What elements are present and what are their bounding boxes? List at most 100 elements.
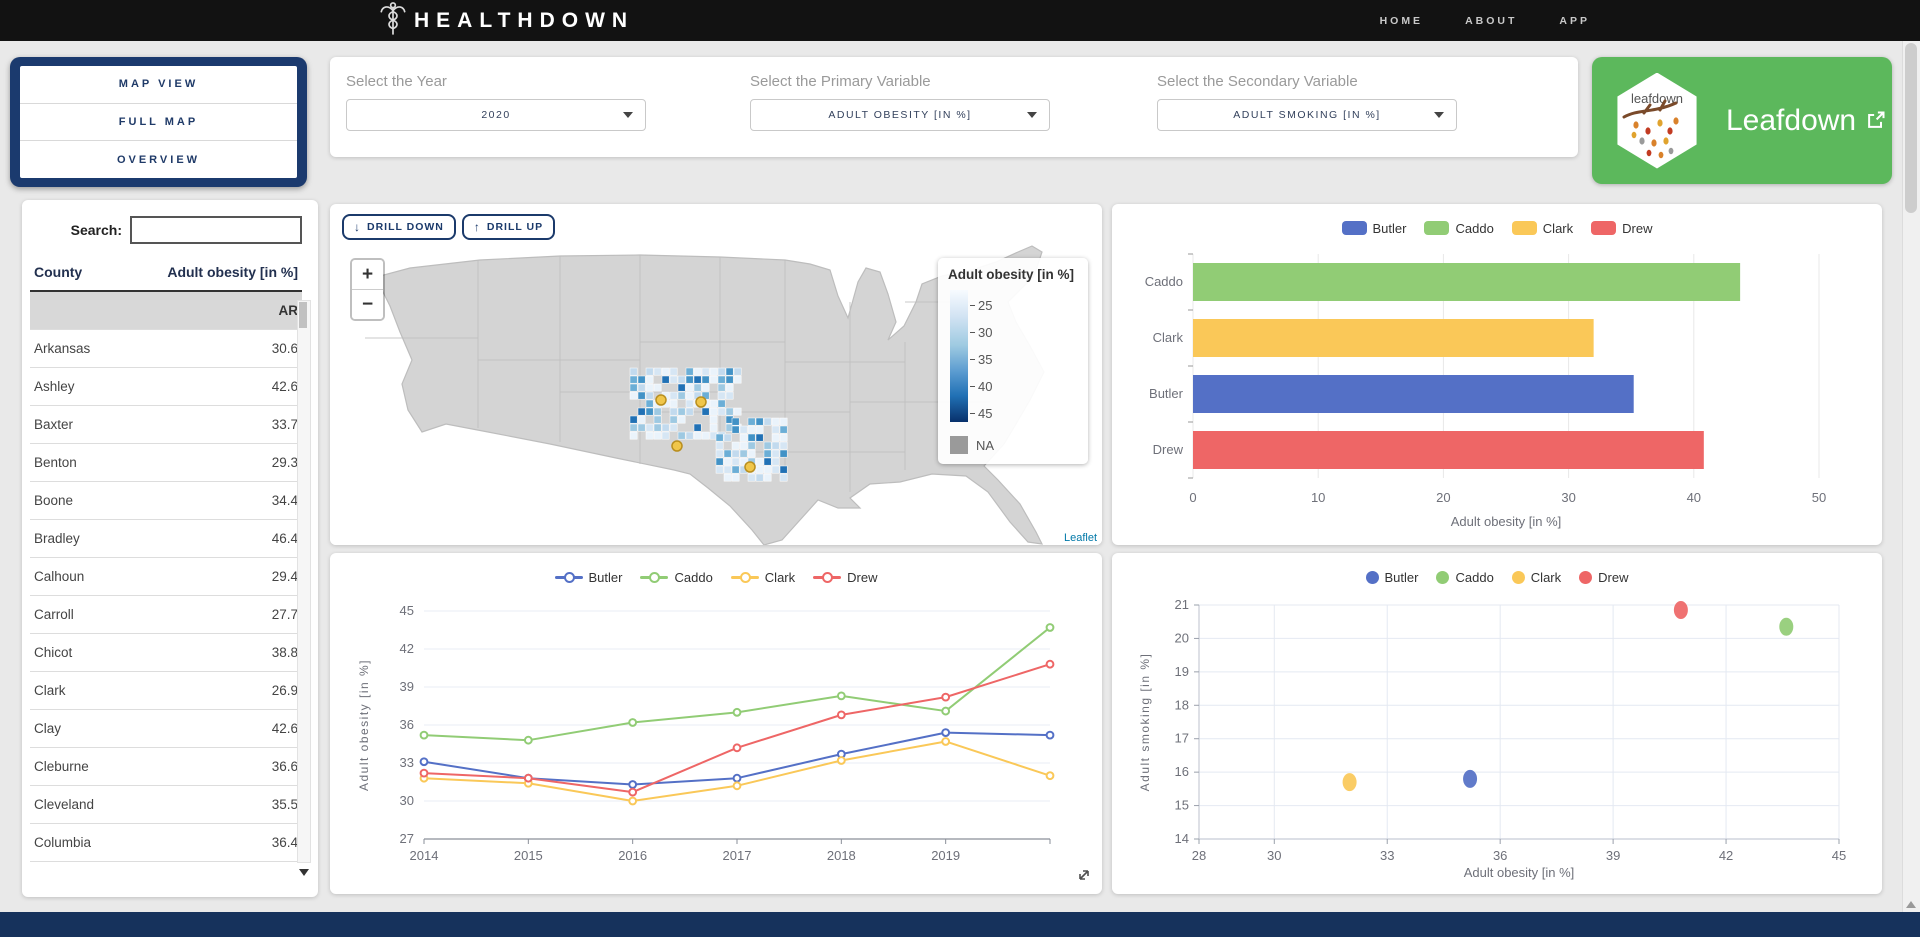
legend-item-butler[interactable]: Butler xyxy=(1342,221,1407,236)
line-chart: 27303336394245201420152016201720182019Ad… xyxy=(346,589,1086,889)
scroll-down-arrow-icon[interactable] xyxy=(299,869,309,876)
search-input[interactable] xyxy=(130,216,302,244)
legend-item-butler[interactable]: Butler xyxy=(555,570,623,585)
scatter-chart: 283033363942451415161718192021Adult obes… xyxy=(1127,589,1867,889)
table-row[interactable]: Cleveland35.5 xyxy=(30,786,302,824)
table-scrollbar-thumb[interactable] xyxy=(299,302,307,328)
svg-text:30: 30 xyxy=(400,793,414,808)
table-row[interactable]: Clark26.9 xyxy=(30,672,302,710)
table-row[interactable]: Chicot38.8 xyxy=(30,634,302,672)
nav-link-app[interactable]: APP xyxy=(1559,15,1590,27)
table-row[interactable]: Clay42.6 xyxy=(30,710,302,748)
leaflet-attribution[interactable]: Leaflet xyxy=(1059,531,1102,545)
sidebar-item-map-view[interactable]: MAP VIEW xyxy=(20,66,297,104)
legend-item-drew[interactable]: Drew xyxy=(813,570,877,585)
sidebar-item-overview[interactable]: OVERVIEW xyxy=(20,141,297,178)
table-group-row[interactable]: AR xyxy=(30,291,302,330)
nav-link-home[interactable]: HOME xyxy=(1380,15,1424,27)
primary-variable-dropdown[interactable]: ADULT OBESITY [IN %] xyxy=(750,99,1050,131)
year-dropdown[interactable]: 2020 xyxy=(346,99,646,131)
arrow-up-icon: ↑ xyxy=(474,220,481,234)
table-row[interactable]: Arkansas30.6 xyxy=(30,330,302,368)
legend-tick: 25 xyxy=(970,298,992,313)
legend-swatch xyxy=(555,571,583,583)
dashboard-root: HEALTHDOWN HOME ABOUT APP MAP VIEWFULL MAP… xyxy=(0,0,1920,937)
sidebar-item-full-map[interactable]: FULL MAP xyxy=(20,104,297,142)
table-row[interactable]: Carroll27.7 xyxy=(30,596,302,634)
legend-swatch xyxy=(1342,221,1367,235)
map-marker-icon[interactable] xyxy=(656,395,666,405)
column-header-value[interactable]: Adult obesity [in %] xyxy=(120,254,302,291)
page-scrollbar[interactable] xyxy=(1902,41,1920,912)
leaflet-map[interactable]: + − Adult obesity [in %] 2530354045 NA L… xyxy=(330,242,1102,545)
data-point-clark xyxy=(629,798,636,805)
svg-text:33: 33 xyxy=(400,755,414,770)
svg-text:45: 45 xyxy=(400,603,414,618)
zoom-in-button[interactable]: + xyxy=(352,260,383,290)
svg-text:50: 50 xyxy=(1812,490,1826,505)
map-zoom-control: + − xyxy=(350,258,385,321)
secondary-variable-label: Select the Secondary Variable xyxy=(1157,73,1457,90)
svg-text:42: 42 xyxy=(400,641,414,656)
legend-swatch xyxy=(813,571,841,583)
legend-label: Drew xyxy=(1598,570,1628,585)
leafdown-link-card[interactable]: leafdown Leafdown xyxy=(1592,57,1892,184)
data-point-butler xyxy=(629,781,636,788)
data-point-drew xyxy=(421,770,428,777)
legend-swatch xyxy=(1591,221,1616,235)
legend-tick: 30 xyxy=(970,325,992,340)
leafdown-title: Leafdown xyxy=(1726,104,1856,138)
nav-link-about[interactable]: ABOUT xyxy=(1465,15,1517,27)
table-row[interactable]: Benton29.3 xyxy=(30,444,302,482)
legend-item-clark[interactable]: Clark xyxy=(1512,570,1561,585)
table-row[interactable]: Bradley46.4 xyxy=(30,520,302,558)
legend-swatch xyxy=(1424,221,1449,235)
drill-down-button[interactable]: ↓ DRILL DOWN xyxy=(342,214,456,240)
table-row[interactable]: Baxter33.7 xyxy=(30,406,302,444)
data-point-drew xyxy=(629,789,636,796)
bar-chart-panel: ButlerCaddoClarkDrew 01020304050CaddoCla… xyxy=(1112,204,1882,545)
drill-up-button[interactable]: ↑ DRILL UP xyxy=(462,214,555,240)
nav-links: HOME ABOUT APP xyxy=(1380,15,1590,27)
legend-item-drew[interactable]: Drew xyxy=(1579,570,1628,585)
legend-item-drew[interactable]: Drew xyxy=(1591,221,1652,236)
data-point-caddo xyxy=(734,709,741,716)
legend-label: Drew xyxy=(847,570,877,585)
svg-text:2018: 2018 xyxy=(827,848,856,863)
table-row[interactable]: Columbia36.4 xyxy=(30,824,302,862)
map-marker-icon[interactable] xyxy=(672,441,682,451)
legend-item-butler[interactable]: Butler xyxy=(1366,570,1419,585)
column-header-county[interactable]: County xyxy=(30,254,120,291)
svg-text:30: 30 xyxy=(1267,848,1281,863)
zoom-out-button[interactable]: − xyxy=(352,290,383,319)
svg-text:Drew: Drew xyxy=(1153,442,1184,457)
table-row[interactable]: Cleburne36.6 xyxy=(30,748,302,786)
legend-item-clark[interactable]: Clark xyxy=(731,570,795,585)
brand[interactable]: HEALTHDOWN xyxy=(380,1,634,40)
page-scrollbar-thumb[interactable] xyxy=(1905,43,1917,213)
data-point-drew xyxy=(838,711,845,718)
scroll-up-arrow-icon[interactable] xyxy=(1906,901,1916,908)
svg-text:19: 19 xyxy=(1175,664,1189,679)
map-marker-icon[interactable] xyxy=(696,397,706,407)
table-scrollbar[interactable] xyxy=(297,300,311,863)
choropleth-gradient xyxy=(950,290,968,422)
svg-text:Adult obesity [in %]: Adult obesity [in %] xyxy=(357,659,371,791)
table-row[interactable]: Boone34.4 xyxy=(30,482,302,520)
line-series-drew xyxy=(424,664,1050,792)
caduceus-icon xyxy=(380,1,406,40)
county-table-panel: Search: County Adult obesity [in %] ARAr… xyxy=(22,200,318,897)
legend-label: Caddo xyxy=(674,570,712,585)
legend-label: Butler xyxy=(1385,570,1419,585)
legend-item-clark[interactable]: Clark xyxy=(1512,221,1573,236)
legend-item-caddo[interactable]: Caddo xyxy=(1424,221,1493,236)
legend-item-caddo[interactable]: Caddo xyxy=(640,570,712,585)
map-marker-icon[interactable] xyxy=(745,462,755,472)
table-row[interactable]: Ashley42.6 xyxy=(30,368,302,406)
legend-item-caddo[interactable]: Caddo xyxy=(1436,570,1493,585)
table-row[interactable]: Calhoun29.4 xyxy=(30,558,302,596)
svg-text:45: 45 xyxy=(1832,848,1846,863)
secondary-variable-dropdown[interactable]: ADULT SMOKING [IN %] xyxy=(1157,99,1457,131)
svg-text:36: 36 xyxy=(1493,848,1507,863)
drill-down-label: DRILL DOWN xyxy=(367,221,444,233)
